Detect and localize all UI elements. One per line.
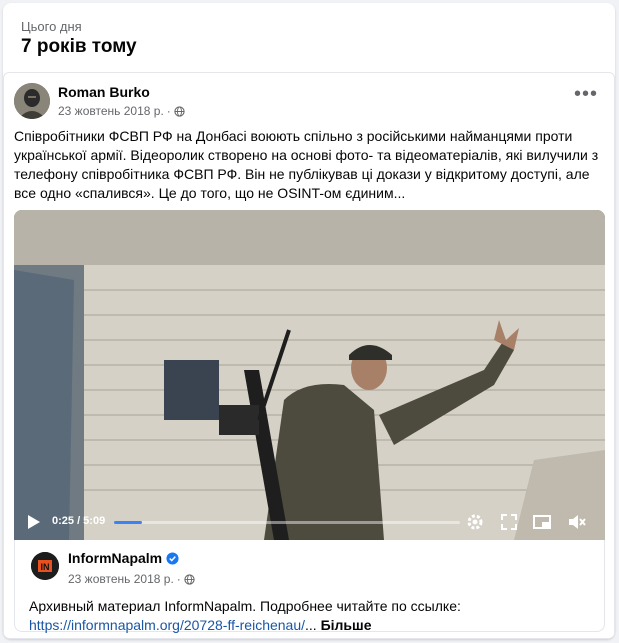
post: Roman Burko 23 жовтень 2018 р. · ••• Спі… (3, 72, 615, 639)
page-name[interactable]: InformNapalm (68, 550, 162, 566)
video-frame (14, 210, 605, 540)
shared-meta: 23 жовтень 2018 р. · (68, 572, 195, 586)
post-meta: 23 жовтень 2018 р. · (58, 104, 185, 118)
shared-text-block: Архивный материал InformNapalm. Подробне… (29, 597, 589, 635)
video-progress-fill (114, 521, 142, 524)
video-time: 0:25 / 5:09 (52, 515, 106, 527)
page-name-row: InformNapalm (68, 550, 179, 566)
pip-icon[interactable] (532, 512, 552, 532)
shared-post[interactable]: IN InformNapalm 23 жовтень 2018 р. · Арх… (14, 540, 605, 635)
globe-icon (184, 573, 195, 585)
post-date[interactable]: 23 жовтень 2018 р. (58, 104, 164, 118)
see-more-link[interactable]: Більше (321, 617, 372, 633)
memory-title: 7 років тому (21, 36, 137, 57)
settings-icon[interactable] (465, 512, 485, 532)
play-icon[interactable] (27, 514, 41, 530)
memory-card: Цього дня 7 років тому Roman Burko 23 жо… (3, 3, 615, 639)
memory-label: Цього дня (21, 19, 82, 34)
avatar[interactable] (14, 83, 50, 119)
author-name[interactable]: Roman Burko (58, 84, 150, 100)
shared-date[interactable]: 23 жовтень 2018 р. (68, 572, 174, 586)
post-text: Співробітники ФСВП РФ на Донбасі воюють … (14, 128, 599, 201)
verified-badge-icon (166, 551, 179, 565)
shared-text: Архивный материал InformNapalm. Подробне… (29, 598, 461, 614)
volume-muted-icon[interactable] (567, 512, 587, 532)
shared-meta-dot: · (176, 572, 181, 586)
more-options-icon[interactable]: ••• (574, 84, 598, 104)
shared-ellipsis: ... (305, 617, 317, 633)
page-avatar[interactable]: IN (31, 552, 59, 580)
video-progress-bar[interactable] (114, 521, 460, 524)
fullscreen-icon[interactable] (499, 512, 519, 532)
svg-text:IN: IN (41, 562, 50, 572)
video-player[interactable]: 0:25 / 5:09 (14, 210, 605, 540)
video-controls: 0:25 / 5:09 (14, 504, 605, 540)
shared-link[interactable]: https://informnapalm.org/20728-ff-reiche… (29, 617, 305, 633)
globe-icon (174, 105, 185, 117)
post-header: Roman Burko 23 жовтень 2018 р. · ••• (14, 83, 604, 123)
meta-dot: · (166, 104, 171, 118)
